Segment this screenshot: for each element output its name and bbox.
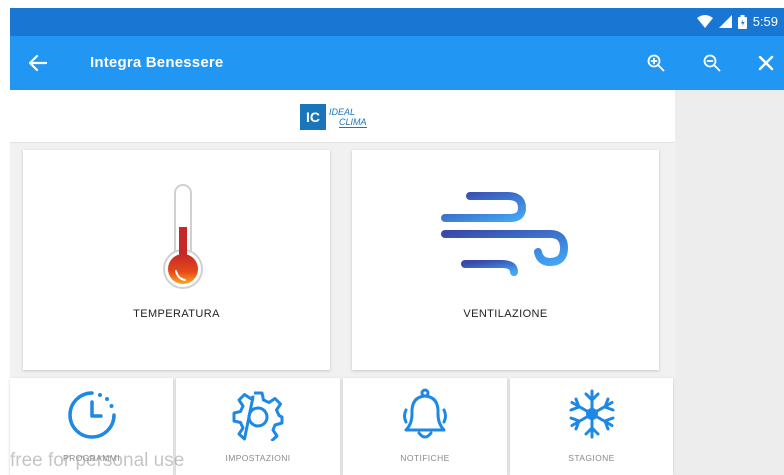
settings-tile[interactable]: IMPOSTAZIONI [176,378,340,475]
zoom-out-button[interactable] [698,49,726,77]
status-bar: 5:59 [10,8,784,36]
signal-icon [718,15,732,28]
app-bar: Integra Benessere [10,36,784,90]
battery-icon [737,14,747,29]
status-time: 5:59 [752,14,778,29]
zoom-out-icon [703,54,721,72]
temperature-tile[interactable]: TEMPERATURA [23,150,330,370]
dashboard: IC IDEAL CLIMA TEMPERATURA VENTILAZIONE … [10,90,675,475]
ventilation-tile[interactable]: VENTILAZIONE [352,150,659,370]
wind-icon [441,192,569,276]
zoom-in-icon [647,54,665,72]
back-button[interactable] [24,49,52,77]
gear-icon [232,391,284,441]
thermometer-icon [163,184,203,289]
season-tile[interactable]: STAGIONE [510,378,673,475]
temperature-label: TEMPERATURA [133,308,220,320]
season-label: STAGIONE [568,453,615,463]
logo-text: IDEAL CLIMA [329,107,367,128]
close-button[interactable] [752,49,780,77]
logo-strip: IC IDEAL CLIMA [10,90,675,143]
page-title: Integra Benessere [90,54,224,71]
settings-label: IMPOSTAZIONI [225,453,291,463]
watermark-text: free for personal use [10,450,185,471]
bell-icon [403,388,447,439]
logo-mark: IC [300,104,326,130]
close-icon [758,55,774,71]
clock-icon [68,391,116,439]
snowflake-icon [569,389,615,439]
status-icons: 5:59 [696,14,778,29]
logo-line-1: IDEAL [329,106,356,117]
brand-logo: IC IDEAL CLIMA [300,104,367,130]
side-panel [675,90,784,475]
wifi-icon [696,15,713,28]
back-arrow-icon [29,55,47,71]
ventilation-label: VENTILAZIONE [463,308,548,320]
notifications-tile[interactable]: NOTIFICHE [343,378,507,475]
logo-line-2: CLIMA [339,116,367,128]
notifications-label: NOTIFICHE [400,453,450,463]
zoom-in-button[interactable] [642,49,670,77]
